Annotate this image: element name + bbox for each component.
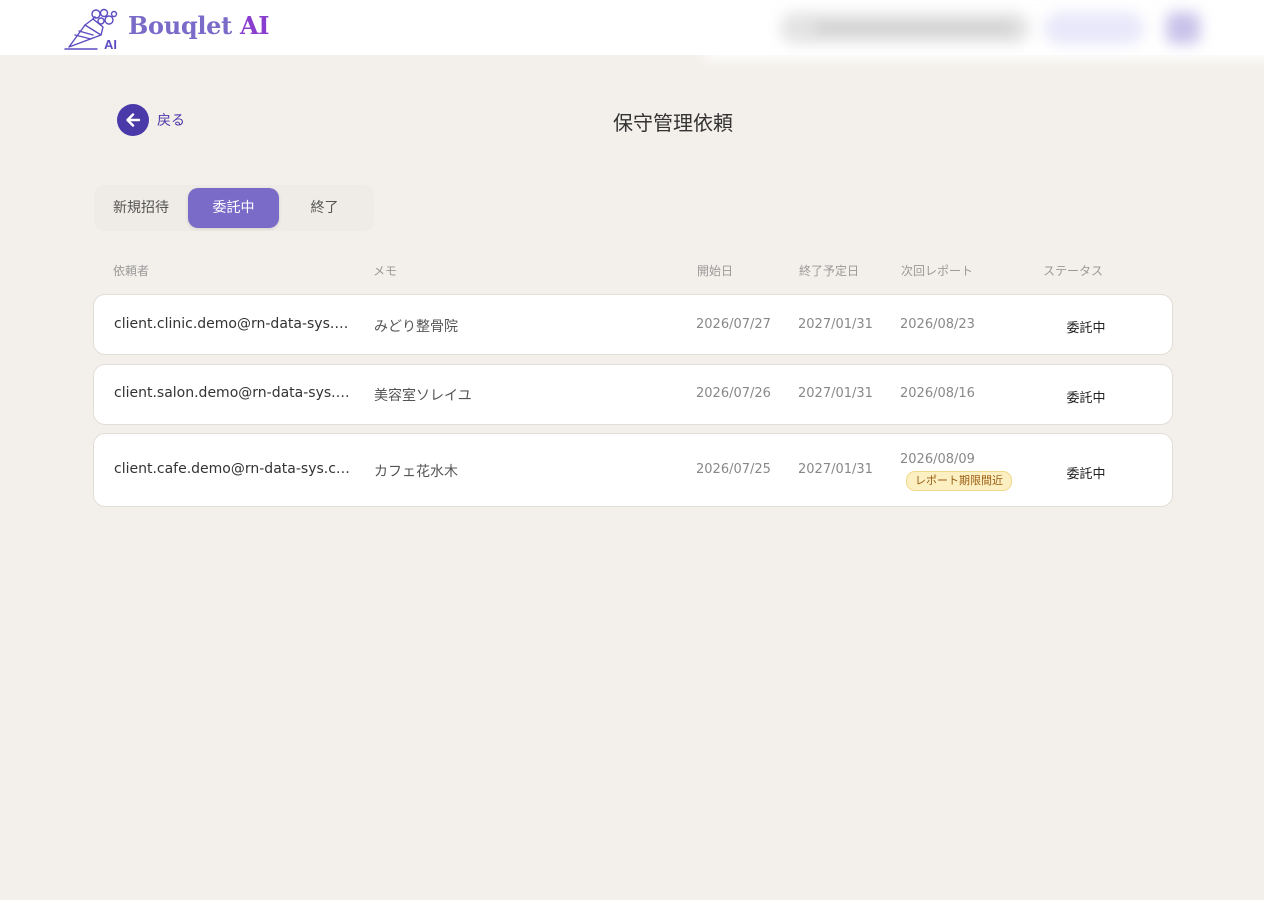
brand-ai-text: AI xyxy=(239,11,270,40)
requester-email: client.salon.demo@rn-data-sys.com xyxy=(114,385,354,401)
blurred-search-text xyxy=(814,24,1014,32)
column-header-start-date: 開始日 xyxy=(697,264,734,278)
page-title: 保守管理依頼 xyxy=(613,111,733,135)
blurred-header-controls xyxy=(704,0,1274,72)
start-date: 2026/07/27 xyxy=(696,317,771,332)
requester-email: client.cafe.demo@rn-data-sys.com..... xyxy=(114,461,354,477)
table-row[interactable]: client.clinic.demo@rn-data-sys.com みどり整骨… xyxy=(93,294,1173,355)
start-date: 2026/07/26 xyxy=(696,386,771,401)
next-report-date: 2026/08/23 xyxy=(900,317,975,332)
memo-text: みどり整骨院 xyxy=(374,319,458,335)
end-date: 2027/01/31 xyxy=(798,462,873,477)
next-report-date: 2026/08/09 xyxy=(900,452,975,467)
status-label: 委託中 xyxy=(1066,321,1106,336)
tab-in-consignment[interactable]: 委託中 xyxy=(188,188,279,228)
column-header-requester: 依頼者 xyxy=(113,264,150,278)
logo-badge-text: AI xyxy=(104,37,117,51)
column-header-memo: メモ xyxy=(373,264,398,278)
tab-new-invite[interactable]: 新規招待 xyxy=(94,188,188,228)
table-row[interactable]: client.salon.demo@rn-data-sys.com 美容室ソレイ… xyxy=(93,364,1173,425)
end-date: 2027/01/31 xyxy=(798,386,873,401)
tab-finished[interactable]: 終了 xyxy=(279,188,370,228)
brand-main-text: Bouqlet xyxy=(128,11,232,40)
status-label: 委託中 xyxy=(1066,391,1106,406)
column-header-next-report: 次回レポート xyxy=(901,264,974,278)
column-header-end-date: 終了予定日 xyxy=(799,264,860,278)
report-deadline-badge: レポート期限間近 xyxy=(906,471,1012,491)
status-tabs: 新規招待 委託中 終了 xyxy=(94,185,374,231)
blurred-action-button xyxy=(1044,12,1144,44)
requester-email: client.clinic.demo@rn-data-sys.com xyxy=(114,316,354,332)
column-header-status: ステータス xyxy=(1043,264,1104,278)
brand-name[interactable]: Bouqlet AI xyxy=(128,11,270,40)
bouquet-logo-icon[interactable]: AI xyxy=(63,5,121,51)
next-report-date: 2026/08/16 xyxy=(900,386,975,401)
memo-text: カフェ花水木 xyxy=(374,464,458,480)
status-label: 委託中 xyxy=(1066,467,1106,482)
table-row[interactable]: client.cafe.demo@rn-data-sys.com..... カフ… xyxy=(93,433,1173,507)
memo-text: 美容室ソレイユ xyxy=(374,388,472,404)
blurred-avatar xyxy=(1166,12,1200,44)
start-date: 2026/07/25 xyxy=(696,462,771,477)
end-date: 2027/01/31 xyxy=(798,317,873,332)
